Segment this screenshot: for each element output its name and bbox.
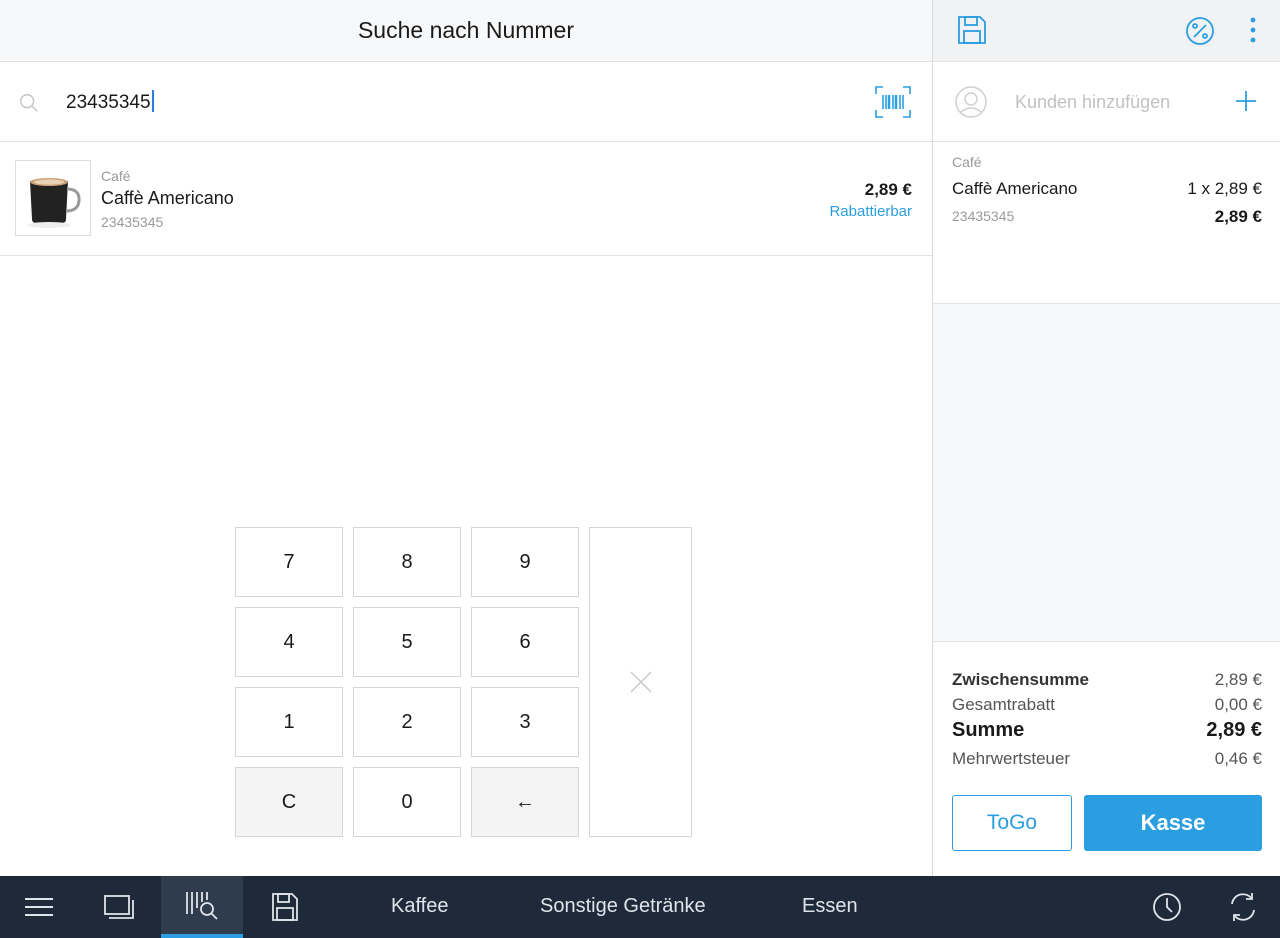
key-4[interactable]: 4 — [235, 607, 343, 677]
plus-icon[interactable] — [1235, 90, 1257, 112]
cart-item-category: Café — [952, 154, 982, 170]
sum-row: Summe 2,89 € — [952, 719, 1262, 742]
tax-value: 0,46 € — [1214, 749, 1262, 768]
customer-avatar-icon — [955, 86, 987, 118]
sync-icon — [1231, 893, 1255, 921]
more-vertical-icon[interactable] — [1243, 16, 1263, 44]
product-grid-icon — [104, 895, 134, 919]
search-icon — [20, 94, 38, 112]
page-title: Suche nach Nummer — [357, 17, 575, 43]
history-icon — [1153, 893, 1181, 921]
product-search-pane: Suche nach Nummer 23435345 Café Caffè Am… — [0, 0, 932, 876]
numeric-keypad: 7 8 9 4 5 6 1 2 3 C 0 ← — [235, 527, 695, 839]
title-bar: Suche nach Nummer — [0, 0, 932, 62]
search-bar: 23435345 — [0, 62, 932, 142]
key-1[interactable]: 1 — [235, 687, 343, 757]
product-category: Café — [101, 168, 131, 184]
menu-icon — [25, 898, 53, 916]
product-price: 2,89 € — [864, 180, 912, 199]
subtotal-label: Zwischensumme — [952, 670, 1089, 689]
cart-toolbar — [933, 0, 1280, 62]
cart-item-total: 2,89 € — [1214, 207, 1262, 226]
sync-button[interactable] — [1206, 876, 1280, 938]
bottom-nav: Kaffee Sonstige Getränke Essen — [0, 876, 1280, 938]
category-tab-food[interactable]: Essen — [802, 895, 858, 918]
cart-item-code: 23435345 — [952, 208, 1015, 224]
tax-row: Mehrwertsteuer 0,46 € — [952, 749, 1262, 769]
category-tab-coffee[interactable]: Kaffee — [391, 895, 448, 918]
cart-item[interactable]: Café Caffè Americano 1 x 2,89 € 23435345… — [933, 142, 1280, 304]
product-name: Caffè Americano — [101, 188, 234, 208]
cart-pane: Kunden hinzufügen Café Caffè Americano 1… — [932, 0, 1280, 876]
key-2[interactable]: 2 — [353, 687, 461, 757]
percent-icon[interactable] — [1185, 16, 1215, 46]
subtotal-value: 2,89 € — [1214, 670, 1262, 689]
product-code: 23435345 — [101, 214, 164, 230]
key-9[interactable]: 9 — [471, 527, 579, 597]
key-3[interactable]: 3 — [471, 687, 579, 757]
sum-label: Summe — [952, 719, 1025, 741]
subtotal-row: Zwischensumme 2,89 € — [952, 670, 1262, 690]
add-customer-row[interactable]: Kunden hinzufügen — [933, 62, 1280, 142]
barcode-search-icon — [186, 892, 218, 920]
cart-item-quantity: 1 x 2,89 € — [1187, 179, 1262, 198]
discount-value: 0,00 € — [1214, 695, 1262, 714]
key-6[interactable]: 6 — [471, 607, 579, 677]
history-button[interactable] — [1130, 876, 1204, 938]
product-image — [15, 160, 91, 236]
key-0[interactable]: 0 — [353, 767, 461, 837]
search-input[interactable]: 23435345 — [66, 90, 154, 114]
save-icon — [272, 893, 298, 921]
order-summary: Zwischensumme 2,89 € Gesamtrabatt 0,00 €… — [933, 641, 1280, 876]
close-icon — [630, 671, 651, 693]
pos-app: Suche nach Nummer 23435345 Café Caffè Am… — [0, 0, 1280, 938]
product-grid-button[interactable] — [80, 876, 158, 938]
cart-item-name: Caffè Americano — [952, 179, 1078, 198]
key-5[interactable]: 5 — [353, 607, 461, 677]
search-result-row[interactable]: Café Caffè Americano 23435345 2,89 € Rab… — [0, 142, 932, 256]
barcode-scan-icon[interactable] — [875, 86, 911, 118]
barcode-search-button[interactable] — [161, 876, 243, 938]
togo-button[interactable]: ToGo — [952, 795, 1072, 851]
discount-row: Gesamtrabatt 0,00 € — [952, 695, 1262, 715]
save-icon[interactable] — [957, 14, 987, 46]
coffee-mug-image — [27, 178, 81, 228]
sum-value: 2,89 € — [1206, 719, 1262, 741]
key-backspace[interactable]: ← — [471, 767, 579, 837]
key-clear[interactable]: C — [235, 767, 343, 837]
key-7[interactable]: 7 — [235, 527, 343, 597]
add-customer-label: Kunden hinzufügen — [1015, 92, 1171, 112]
key-8[interactable]: 8 — [353, 527, 461, 597]
checkout-button[interactable]: Kasse — [1084, 795, 1262, 851]
menu-button[interactable] — [0, 876, 78, 938]
discountable-badge: Rabattierbar — [829, 203, 912, 220]
tax-label: Mehrwertsteuer — [952, 749, 1071, 768]
discount-label: Gesamtrabatt — [952, 695, 1055, 714]
category-tab-other-drinks[interactable]: Sonstige Getränke — [540, 895, 706, 918]
key-cancel[interactable] — [589, 527, 692, 837]
saved-carts-button[interactable] — [246, 876, 324, 938]
